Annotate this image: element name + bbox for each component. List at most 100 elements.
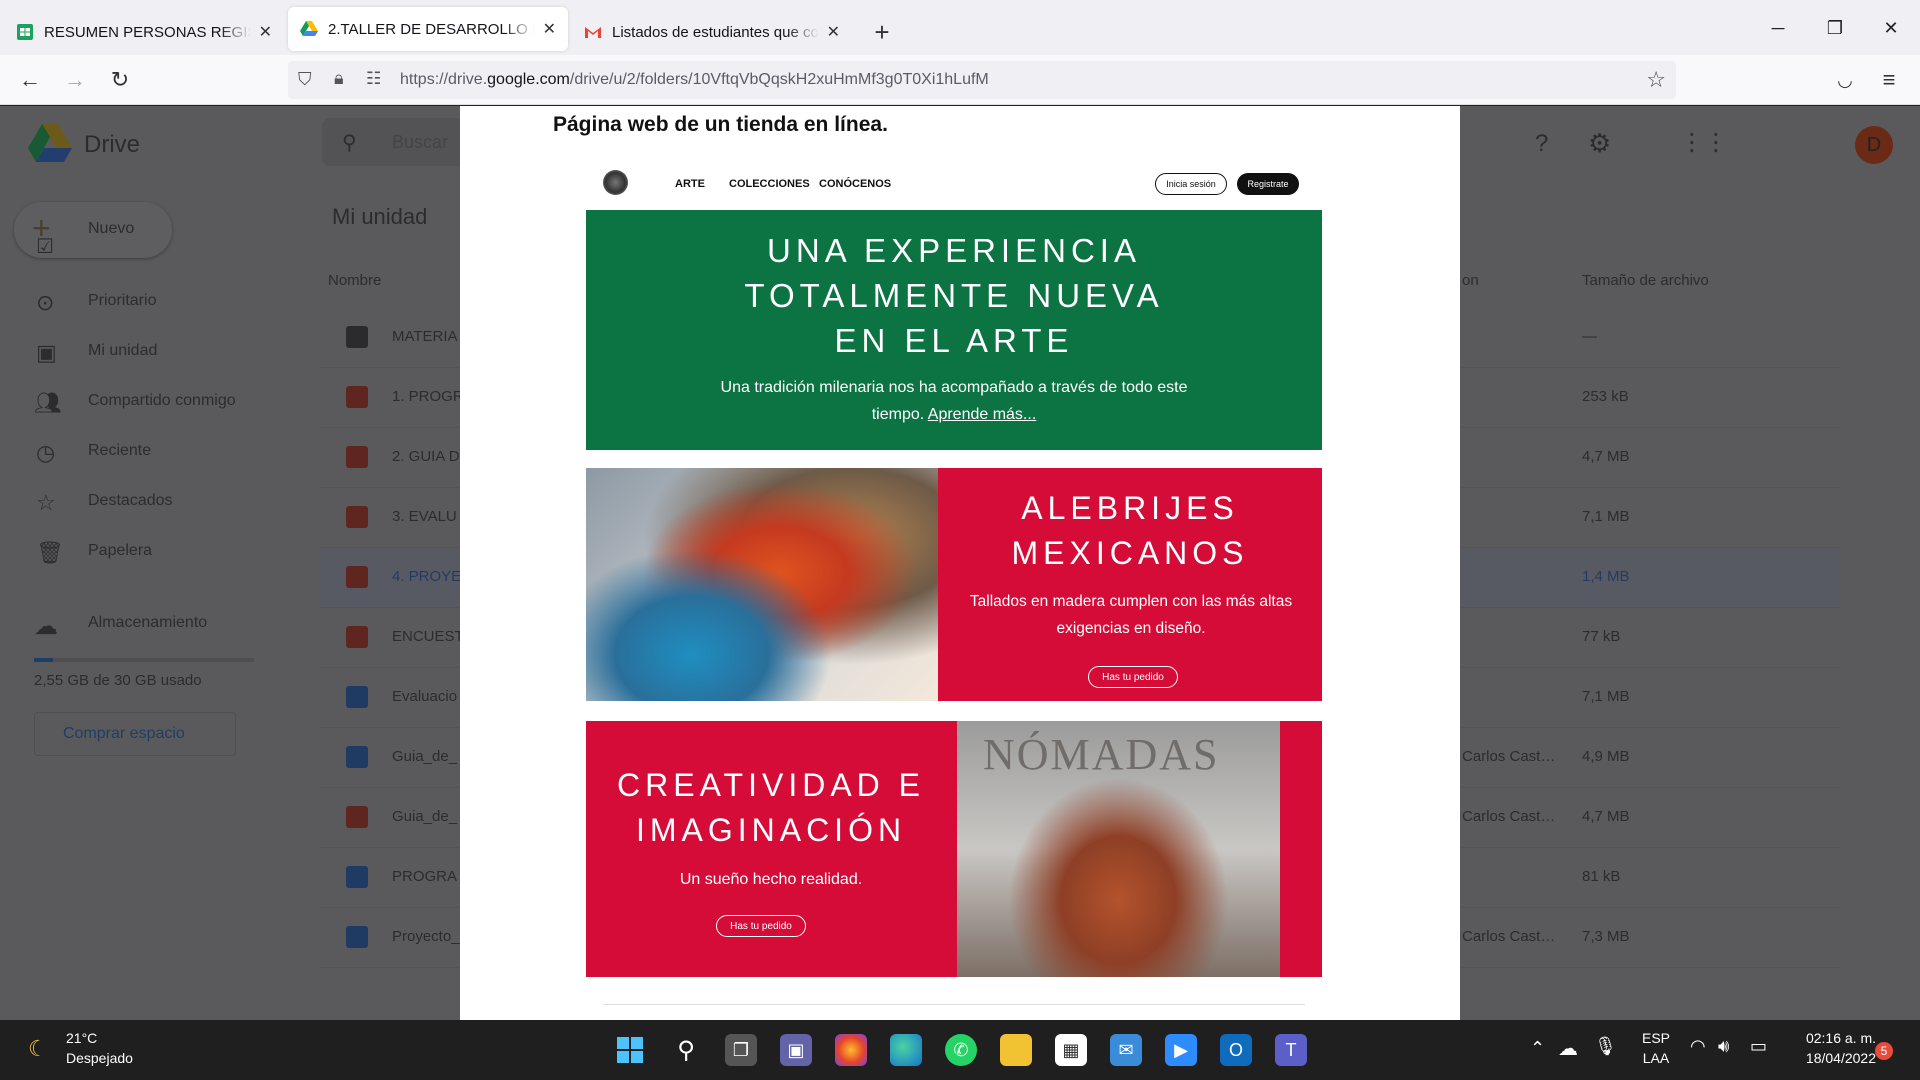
buy-storage-button[interactable]: Comprar espacio <box>34 712 236 756</box>
restore-icon[interactable]: ❐ <box>1812 10 1858 46</box>
pdf-file-icon <box>346 446 368 468</box>
close-tab-icon[interactable]: ✕ <box>259 22 272 42</box>
sidebar-item-prioritario[interactable]: Prioritario <box>88 292 156 310</box>
lock-icon[interactable]: 🔒︎ <box>334 68 344 89</box>
edge-icon[interactable] <box>890 1034 922 1066</box>
alebrijes-title: ALEBRIJES MEXICANOS <box>1011 490 1249 571</box>
pocket-icon[interactable]: ◡ <box>1832 67 1858 93</box>
hero-text: Una tradición milenaria nos ha acompañad… <box>720 379 1188 423</box>
clock-time[interactable]: 02:16 a. m. <box>1780 1030 1876 1046</box>
file-name: ENCUEST <box>392 628 464 645</box>
notification-badge[interactable]: 5 <box>1875 1042 1893 1060</box>
close-tab-icon[interactable]: ✕ <box>543 19 556 39</box>
sidebar-item-compartido[interactable]: Compartido conmigo <box>88 392 236 410</box>
column-name[interactable]: Nombre <box>328 272 381 289</box>
tab-listados[interactable]: Listados de estudiantes que concluyeron … <box>572 9 852 55</box>
search-box[interactable]: ⚲ Buscar <box>322 118 472 166</box>
battery-icon[interactable]: ▭ <box>1750 1036 1767 1057</box>
back-icon[interactable]: ← <box>17 67 43 93</box>
clock-date[interactable]: 18/04/2022 <box>1780 1050 1876 1066</box>
menu-icon[interactable]: ≡ <box>1876 67 1902 93</box>
avatar[interactable]: D <box>1855 126 1893 164</box>
store-icon[interactable]: ▦ <box>1055 1034 1087 1066</box>
folder-file-icon <box>346 326 368 348</box>
file-name: 2. GUIA D <box>392 448 460 465</box>
reload-icon[interactable]: ↻ <box>107 67 133 93</box>
file-name: 1. PROGR <box>392 388 464 405</box>
alebrijes-text: Tallados en madera cumplen con las más a… <box>969 593 1293 637</box>
column-size[interactable]: Tamaño de archivo <box>1582 272 1709 289</box>
new-tab-button[interactable]: + <box>862 9 902 55</box>
preview-caption: Página web de un tienda en línea. <box>553 113 888 136</box>
shield-icon[interactable]: ⛉ <box>298 69 312 90</box>
mail-icon[interactable]: ✉ <box>1110 1034 1142 1066</box>
help-icon[interactable]: ? <box>1535 130 1548 158</box>
file-size: 77 kB <box>1582 628 1621 645</box>
mockup-nav-colecciones: COLECCIONES <box>729 178 810 190</box>
checkbox-icon: ☑ <box>36 236 54 258</box>
sheets-icon <box>16 23 34 41</box>
file-name: Evaluacio <box>392 688 458 705</box>
divider <box>603 1004 1305 1005</box>
tab-title: Listados de estudiantes que concluyeron <box>612 23 819 41</box>
chevron-up-icon[interactable]: ⌃ <box>1530 1038 1545 1059</box>
forward-icon[interactable]: → <box>62 67 88 93</box>
gmail-icon <box>584 23 602 41</box>
column-owner[interactable]: on <box>1462 272 1479 289</box>
search-icon[interactable]: ⚲ <box>670 1034 702 1066</box>
close-tab-icon[interactable]: ✕ <box>827 22 840 42</box>
sidebar-item-reciente[interactable]: Reciente <box>88 442 151 460</box>
minimize-icon[interactable]: ─ <box>1755 10 1801 46</box>
file-size: — <box>1582 328 1597 345</box>
tab-resumen[interactable]: RESUMEN PERSONAS REGISTRADAS ✕ <box>4 9 284 55</box>
trash-icon: 🗑︎ <box>36 540 64 565</box>
microphone-icon[interactable]: 🎙︎ <box>1594 1036 1617 1057</box>
drive-logo-icon <box>28 124 72 162</box>
file-explorer-icon[interactable] <box>1000 1034 1032 1066</box>
teams-icon[interactable]: T <box>1275 1034 1307 1066</box>
file-name: 4. PROYE <box>392 568 462 585</box>
pdf-file-icon <box>346 506 368 528</box>
browser-nav-bar: ← → ↻ ⛉ 🔒︎ ☷ https://drive.google.com/dr… <box>0 55 1920 105</box>
mockup-nav-arte: ARTE <box>675 178 705 190</box>
wifi-icon[interactable]: ◠ <box>1690 1036 1706 1057</box>
apps-icon[interactable]: ⋮⋮ <box>1680 128 1728 157</box>
start-icon[interactable] <box>614 1034 646 1066</box>
file-size: 4,7 MB <box>1582 448 1630 465</box>
zoom-icon[interactable]: ▶ <box>1165 1034 1197 1066</box>
search-icon: ⚲ <box>342 132 357 154</box>
order-button: Has tu pedido <box>716 915 806 937</box>
url-text: https://drive.google.com/drive/u/2/folde… <box>400 71 989 88</box>
storage-label[interactable]: Almacenamiento <box>88 614 207 632</box>
settings-icon[interactable]: ⚙ <box>1588 128 1611 159</box>
priority-icon: ⊙ <box>36 290 55 315</box>
word-file-icon <box>346 926 368 948</box>
file-size: 4,7 MB <box>1582 808 1630 825</box>
onedrive-icon[interactable]: ☁︎ <box>1558 1036 1578 1061</box>
whatsapp-icon[interactable]: ✆ <box>945 1034 977 1066</box>
chat-icon[interactable]: ▣ <box>780 1034 812 1066</box>
star-icon: ☆ <box>36 490 56 515</box>
address-bar[interactable]: ⛉ 🔒︎ ☷ https://drive.google.com/drive/u/… <box>288 61 1676 99</box>
close-window-icon[interactable]: ✕ <box>1868 10 1914 46</box>
mockup-login-button: Inicia sesión <box>1155 173 1227 195</box>
sidebar-item-mi-unidad[interactable]: Mi unidad <box>88 342 157 360</box>
firefox-icon[interactable] <box>835 1034 867 1066</box>
language-bottom[interactable]: LAA <box>1640 1050 1672 1066</box>
weather-desc[interactable]: Despejado <box>66 1050 133 1066</box>
task-view-icon[interactable]: ❐ <box>725 1034 757 1066</box>
word-file-icon <box>346 746 368 768</box>
bookmark-star-icon[interactable]: ☆ <box>1646 67 1666 93</box>
drive-app-name: Drive <box>84 131 141 158</box>
volume-icon[interactable]: 🔊︎ <box>1718 1036 1729 1057</box>
outlook-icon[interactable]: O <box>1220 1034 1252 1066</box>
pdf-file-icon <box>346 806 368 828</box>
tab-taller[interactable]: 2.TALLER DE DESARROLLO DE PROYECTOS ✕ <box>288 7 568 51</box>
sidebar-item-destacados[interactable]: Destacados <box>88 492 173 510</box>
permissions-icon[interactable]: ☷ <box>366 69 381 89</box>
sidebar-item-papelera[interactable]: Papelera <box>88 542 152 560</box>
weather-temp[interactable]: 21°C <box>66 1030 97 1046</box>
hero-title: UNA EXPERIENCIA TOTALMENTE NUEVA EN EL A… <box>744 232 1164 359</box>
language-top[interactable]: ESP <box>1640 1030 1672 1046</box>
breadcrumb[interactable]: Mi unidad <box>332 204 427 230</box>
